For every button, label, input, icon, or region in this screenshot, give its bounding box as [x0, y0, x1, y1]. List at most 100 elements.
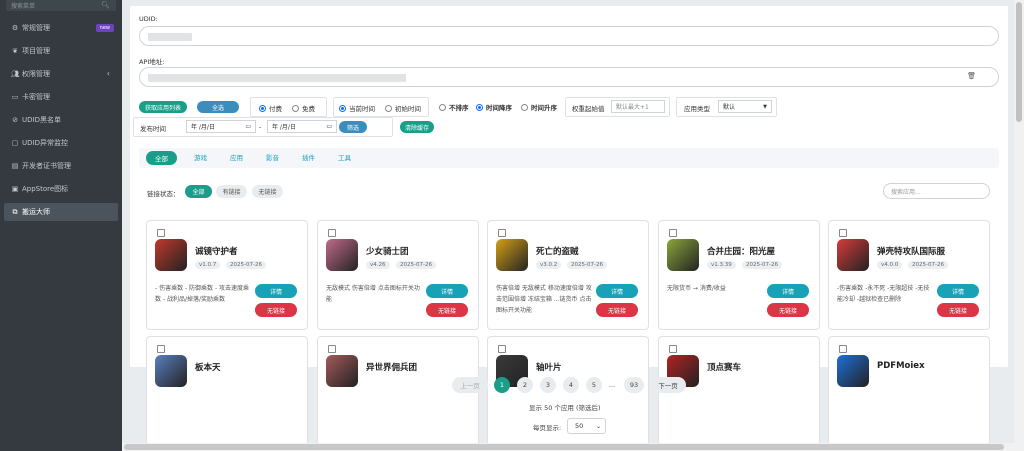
page-5-button[interactable]: 5 [586, 377, 602, 393]
sidebar-item-label: 项目管理 [22, 47, 50, 55]
app-select-checkbox[interactable] [157, 345, 165, 353]
page-1-button[interactable]: 1 [494, 377, 510, 393]
per-page-select[interactable]: 50 ⌄ [567, 418, 606, 434]
sidebar-item-projects[interactable]: ❦ 项目管理 [4, 42, 118, 60]
page-3-button[interactable]: 3 [540, 377, 556, 393]
link-status-label: 链接状态： [147, 190, 180, 198]
chip-no-link[interactable]: 无链接 [252, 185, 283, 198]
tab-apps[interactable]: 应用 [230, 152, 243, 162]
app-select-checkbox[interactable] [498, 229, 506, 237]
select-all-button[interactable]: 全选 [197, 101, 239, 113]
horizontal-scrollbar-thumb[interactable] [124, 444, 1004, 450]
app-card[interactable]: 死亡的盗贼 v3.0.2 2025-07-26 伤害倍增 无敌模式 移动速度倍增 攻击… [487, 220, 649, 330]
radio-time-desc[interactable]: 时间降序 [476, 102, 512, 112]
app-date-badge: 2025-07-26 [396, 261, 436, 269]
radio-current-time[interactable]: 当前时间 [339, 103, 375, 113]
radio-initial-time-dot [385, 104, 392, 112]
details-button[interactable]: 详情 [937, 284, 979, 298]
date-end-input[interactable]: 年 /月/日 ▭ [267, 120, 337, 133]
app-name: 弹壳特攻队国际服 [877, 247, 946, 257]
tab-all[interactable]: 全部 [146, 151, 177, 165]
app-search-input[interactable]: 搜索应用... [883, 183, 990, 199]
filter-button[interactable]: 筛选 [339, 121, 367, 133]
radio-no-sort-dot [439, 103, 446, 111]
page-2-button[interactable]: 2 [517, 377, 533, 393]
api-value-redacted [148, 74, 406, 82]
horizontal-scrollbar[interactable] [122, 443, 1014, 451]
vertical-scrollbar-thumb[interactable] [1016, 2, 1022, 122]
chip-all[interactable]: 全部 [185, 185, 212, 198]
app-card[interactable]: PDFMoiex [828, 336, 990, 446]
radio-initial-time-label: 初始时间 [395, 105, 421, 113]
sidebar-item-porter[interactable]: ⧉ 搬运大师 [4, 203, 118, 221]
no-link-button[interactable]: 无链接 [937, 303, 979, 317]
no-link-button[interactable]: 无链接 [767, 303, 809, 317]
prev-page-button[interactable]: 上一页 [452, 377, 488, 393]
calendar-icon[interactable]: ▭ [326, 123, 332, 130]
radio-initial-time[interactable]: 初始时间 [385, 103, 421, 113]
page-ellipsis: ... [608, 381, 616, 389]
udid-input[interactable] [139, 26, 999, 46]
file-icon: ▤ [11, 162, 19, 170]
chip-has-link[interactable]: 有链接 [216, 185, 247, 198]
app-select-checkbox[interactable] [669, 229, 677, 237]
search-icon[interactable]: 🔍︎ [101, 1, 110, 9]
app-type-value: 默认 [723, 104, 736, 111]
page-4-button[interactable]: 4 [563, 377, 579, 393]
sidebar-item-label: UDID黑名单 [22, 116, 61, 124]
app-select-checkbox[interactable] [839, 229, 847, 237]
sidebar-item-certificates[interactable]: ▤ 开发者证书管理 [4, 157, 118, 175]
radio-paid[interactable]: 付费 [259, 103, 282, 113]
tab-tools[interactable]: 工具 [338, 152, 351, 162]
vertical-scrollbar[interactable] [1014, 0, 1024, 451]
page-93-button[interactable]: 93 [624, 377, 644, 393]
radio-free[interactable]: 免费 [292, 103, 315, 113]
next-page-button[interactable]: 下一页 [650, 377, 686, 393]
app-card[interactable]: 板本天 [146, 336, 308, 446]
app-select-checkbox[interactable] [498, 345, 506, 353]
radio-time-asc-dot [521, 103, 528, 111]
no-link-button[interactable]: 无链接 [596, 303, 638, 317]
app-select-checkbox[interactable] [839, 345, 847, 353]
trash-icon[interactable]: 🗑︎ [967, 72, 976, 80]
app-card[interactable]: 少女骑士团 v4.26 2025-07-26 无敌模式 伤害倍增 点击图标开关功能 详情… [317, 220, 479, 330]
details-button[interactable]: 详情 [426, 284, 468, 298]
calendar-icon[interactable]: ▭ [245, 123, 251, 130]
app-card[interactable]: 诚镜守护者 v1.0.7 2025-07-26 - 伤害乘数 - 防御乘数 - 攻击速… [146, 220, 308, 330]
tab-games[interactable]: 游戏 [194, 152, 207, 162]
app-card[interactable]: 弹壳特攻队国际服 v4.0.0 2025-07-26 -伤害乘数 -永不死 -无限超技… [828, 220, 990, 330]
chevron-left-icon: ‹ [106, 69, 110, 78]
sidebar-item-udid-blacklist[interactable]: ⊘ UDID黑名单 [4, 111, 118, 129]
sidebar-item-cards[interactable]: ▭ 卡密管理 [4, 88, 118, 106]
radio-no-sort[interactable]: 不排序 [439, 102, 469, 112]
radio-time-asc[interactable]: 时间升序 [521, 102, 557, 112]
app-select-checkbox[interactable] [669, 345, 677, 353]
api-input[interactable]: 🗑︎ [139, 67, 999, 87]
sidebar-item-general[interactable]: ⚙ 常规管理 new [4, 19, 118, 37]
app-version-badge: v4.0.0 [877, 261, 903, 269]
menu-search[interactable]: 搜索菜单 🔍︎ [6, 0, 116, 11]
date-start-placeholder: 年 /月/日 [191, 124, 215, 131]
date-start-input[interactable]: 年 /月/日 ▭ [186, 120, 256, 133]
no-link-button[interactable]: 无链接 [255, 303, 297, 317]
details-button[interactable]: 详情 [767, 284, 809, 298]
app-type-select[interactable]: 默认 ▼ [718, 100, 772, 113]
tab-plugins[interactable]: 插件 [302, 152, 315, 162]
sidebar-item-permissions[interactable]: 👥︎ 权限管理 ‹ [4, 65, 118, 83]
app-name: 轴叶片 [536, 363, 562, 373]
weight-input[interactable]: 默认最大+1 [611, 100, 665, 113]
clear-cache-button[interactable]: 清除缓存 [400, 121, 434, 133]
app-select-checkbox[interactable] [328, 229, 336, 237]
app-select-checkbox[interactable] [157, 229, 165, 237]
no-link-button[interactable]: 无链接 [426, 303, 468, 317]
tab-media[interactable]: 影音 [266, 152, 279, 162]
app-card[interactable]: 合并庄园：阳光屋 v1.3.39 2025-07-26 无限货币 → 消费/收益 详情无… [658, 220, 820, 330]
details-button[interactable]: 详情 [255, 284, 297, 298]
app-version-badge: v3.0.2 [536, 261, 562, 269]
details-button[interactable]: 详情 [596, 284, 638, 298]
app-select-checkbox[interactable] [328, 345, 336, 353]
sidebar-item-appstore-icons[interactable]: ▣ AppStore图标 [4, 180, 118, 198]
fetch-app-list-button[interactable]: 获取应用列表 [139, 101, 187, 113]
sidebar-item-udid-monitor[interactable]: ▢ UDID异常监控 [4, 134, 118, 152]
radio-time-asc-label: 时间升序 [531, 104, 557, 112]
